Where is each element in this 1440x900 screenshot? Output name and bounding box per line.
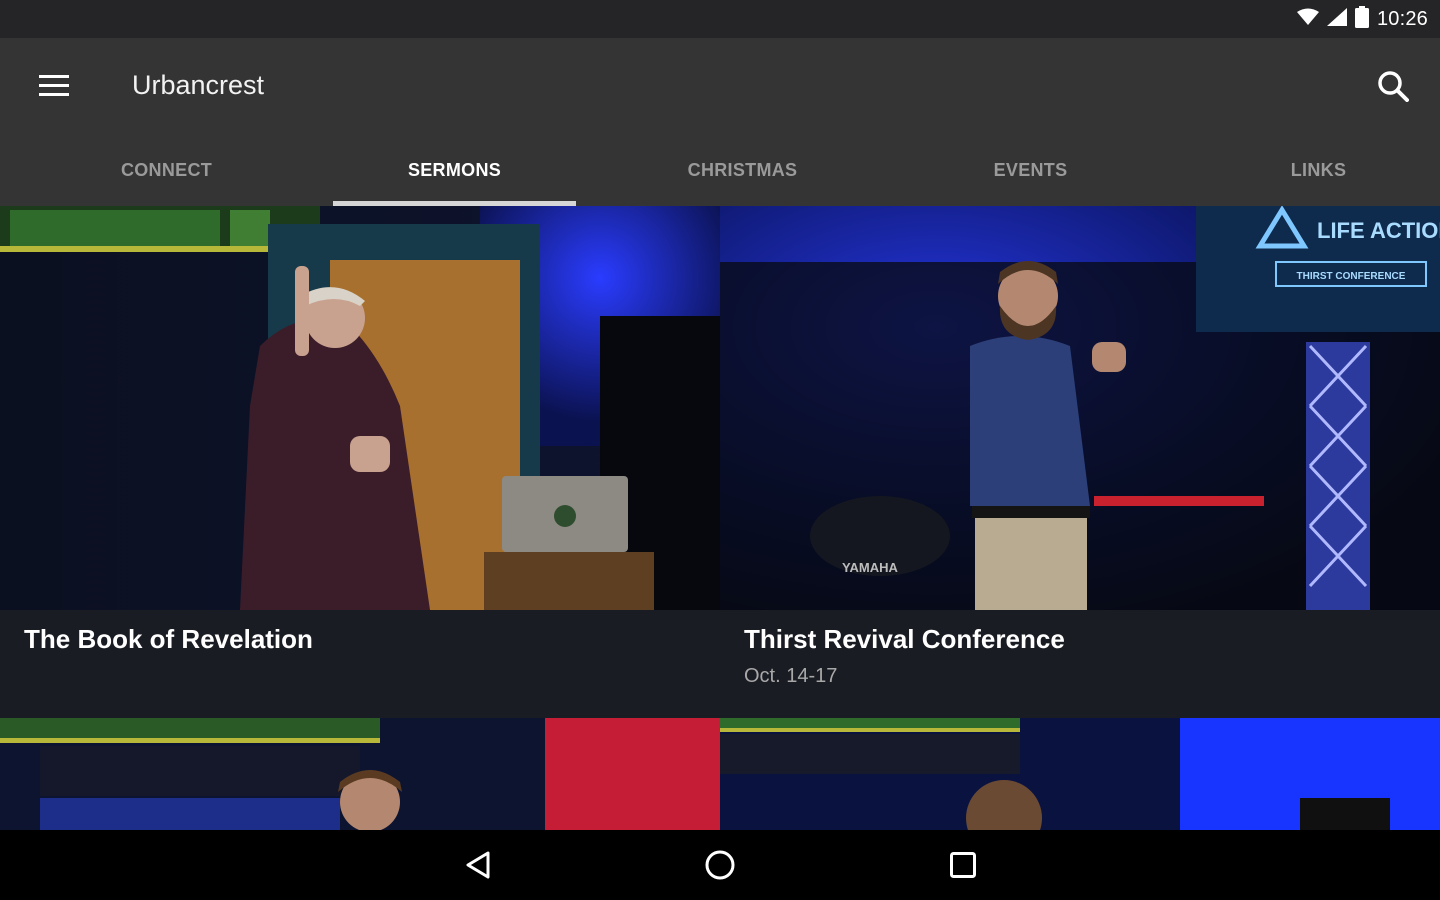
sermon-card-thirst-revival-conference[interactable]: LIFE ACTION THIRST CONFERENCE YAMAHA Thi… xyxy=(720,206,1440,718)
search-button[interactable] xyxy=(1368,62,1418,110)
sermon-grid: The Book of Revelation LIFE ACTION THIRS… xyxy=(0,206,1440,830)
card-subtitle: Oct. 14-17 xyxy=(744,665,838,687)
menu-button[interactable] xyxy=(26,64,82,108)
home-button[interactable] xyxy=(690,842,750,888)
sermon-thumbnail: LIFE ACTION THIRST CONFERENCE YAMAHA xyxy=(720,206,1440,610)
recents-icon xyxy=(950,852,976,878)
status-icons: 10:26 xyxy=(1296,5,1428,33)
recents-button[interactable] xyxy=(933,842,993,888)
back-icon xyxy=(466,851,490,879)
app-title: Urbancrest xyxy=(132,70,265,100)
tab-label: SERMONS xyxy=(407,159,502,180)
sermon-card-partial-2[interactable] xyxy=(720,718,1440,830)
tab-connect[interactable]: CONNECT xyxy=(45,134,288,206)
card-meta: The Book of Revelation xyxy=(24,624,700,665)
card-title: Thirst Revival Conference xyxy=(744,624,1065,654)
status-time: 10:26 xyxy=(1376,7,1428,30)
tab-links[interactable]: LINKS xyxy=(1197,134,1440,206)
stage-banner-text: THIRST CONFERENCE xyxy=(1297,271,1406,282)
tab-sermons[interactable]: SERMONS xyxy=(333,134,576,206)
app-bar: Urbancrest CONNECT SERMONS CHRISTMAS EVE… xyxy=(0,38,1440,206)
tab-label: CHRISTMAS xyxy=(687,159,798,180)
status-bar: 10:26 xyxy=(0,0,1440,38)
battery-icon xyxy=(1354,5,1369,33)
search-icon xyxy=(1378,71,1409,102)
sermon-card-book-of-revelation[interactable]: The Book of Revelation xyxy=(0,206,720,718)
tab-bar: CONNECT SERMONS CHRISTMAS EVENTS LINKS xyxy=(0,134,1440,206)
tab-label: LINKS xyxy=(1290,159,1347,180)
tab-christmas[interactable]: CHRISTMAS xyxy=(621,134,864,206)
wifi-icon xyxy=(1296,8,1319,31)
card-meta: Thirst Revival Conference Oct. 14-17 xyxy=(744,624,1420,688)
home-icon xyxy=(705,850,735,880)
system-nav-bar xyxy=(0,830,1440,900)
sermon-thumbnail xyxy=(0,206,720,610)
drum-brand-text: YAMAHA xyxy=(842,560,898,575)
hamburger-menu-icon xyxy=(39,75,69,96)
tab-label: EVENTS xyxy=(993,159,1068,180)
stage-logo-text: LIFE ACTION xyxy=(1317,218,1440,243)
back-button[interactable] xyxy=(448,842,508,888)
sermon-card-partial-1[interactable] xyxy=(0,718,720,830)
tab-events[interactable]: EVENTS xyxy=(909,134,1152,206)
tab-label: CONNECT xyxy=(120,159,213,180)
card-title: The Book of Revelation xyxy=(24,624,313,654)
cell-signal-icon xyxy=(1326,7,1347,31)
